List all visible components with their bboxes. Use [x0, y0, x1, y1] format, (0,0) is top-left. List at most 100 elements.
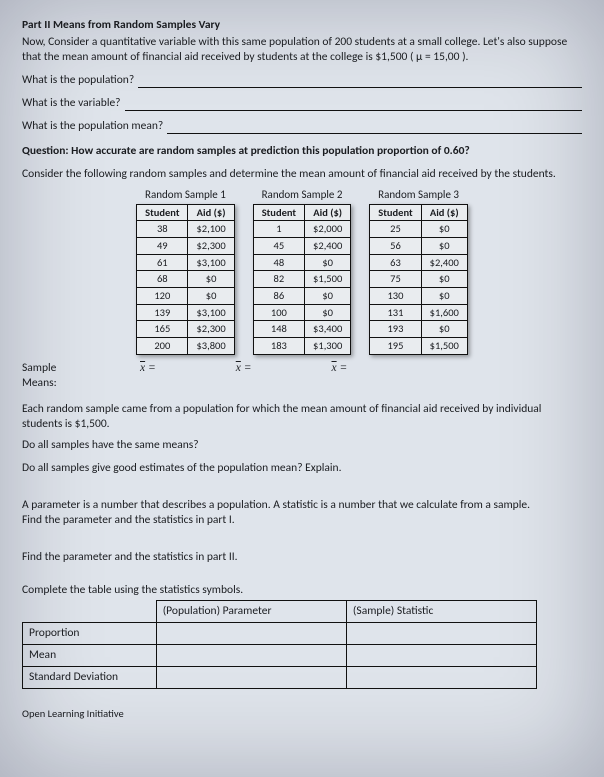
means-values: = = =: [110, 361, 347, 376]
cell-blank[interactable]: [156, 644, 346, 666]
table-row: 45$2,400: [253, 238, 351, 255]
cell-student: 1: [253, 221, 304, 238]
cell-student: 86: [253, 288, 304, 305]
cell-blank[interactable]: [156, 666, 346, 688]
col-aid: Aid ($): [305, 204, 351, 221]
table-row: Mean: [23, 644, 537, 666]
cell-aid: $1,500: [421, 337, 467, 354]
cell-student: 120: [137, 288, 188, 305]
table-row: 1$2,000: [253, 221, 351, 238]
cell-blank[interactable]: [346, 622, 536, 644]
cell-student: 148: [253, 321, 304, 338]
cell-student: 75: [370, 271, 421, 288]
cell-student: 25: [370, 221, 421, 238]
main-question: Question: How accurate are random sample…: [22, 144, 582, 159]
table-row: 130$0: [370, 288, 468, 305]
cell-aid: $0: [305, 254, 351, 271]
table-row: StudentAid ($): [370, 204, 468, 221]
table-row: 200$3,800: [137, 337, 235, 354]
cell-aid: $0: [421, 321, 467, 338]
table-row: 61$3,100: [137, 254, 235, 271]
table-row: 100$0: [253, 304, 351, 321]
complete-table-label: Complete the table using the statistics …: [22, 583, 582, 598]
cell-aid: $2,000: [305, 221, 351, 238]
cell-student: 131: [370, 304, 421, 321]
parameter-definition-block: A parameter is a number that describes a…: [22, 498, 582, 528]
symbols-header-empty: [23, 600, 157, 622]
cell-aid: $0: [188, 288, 234, 305]
table-row: 48$0: [253, 254, 351, 271]
blank-line[interactable]: [167, 121, 582, 134]
cell-aid: $1,300: [305, 337, 351, 354]
cell-student: 100: [253, 304, 304, 321]
cell-student: 193: [370, 321, 421, 338]
sample-3-title: Random Sample 3: [369, 188, 468, 202]
find-part-i: Find the parameter and the statistics in…: [22, 513, 582, 528]
cell-blank[interactable]: [156, 622, 346, 644]
note-population-mean: Each random sample came from a populatio…: [22, 402, 582, 432]
sample-label: Sample: [22, 361, 92, 376]
cell-aid: $3,800: [188, 337, 234, 354]
table-row: Standard Deviation: [23, 666, 537, 688]
table-row: Proportion: [23, 622, 537, 644]
table-row: 120$0: [137, 288, 235, 305]
col-student: Student: [253, 204, 304, 221]
table-row: 139$3,100: [137, 304, 235, 321]
prompt-popmean: What is the population mean?: [22, 119, 582, 134]
cell-blank[interactable]: [346, 644, 536, 666]
xbar-2: =: [236, 361, 252, 376]
xbar-3: =: [332, 361, 348, 376]
cell-blank[interactable]: [346, 666, 536, 688]
prompt-population-label: What is the population?: [22, 73, 134, 88]
sample-1-table: StudentAid ($)38$2,10049$2,30061$3,10068…: [136, 204, 235, 355]
blank-line[interactable]: [125, 98, 582, 111]
cell-student: 48: [253, 254, 304, 271]
blank-line[interactable]: [138, 75, 582, 88]
cell-student: 56: [370, 238, 421, 255]
cell-aid: $0: [421, 271, 467, 288]
cell-aid: $2,400: [305, 238, 351, 255]
cell-aid: $3,100: [188, 254, 234, 271]
sample-2-table: StudentAid ($)1$2,00045$2,40048$082$1,50…: [253, 204, 352, 355]
cell-student: 165: [137, 321, 188, 338]
table-row: 56$0: [370, 238, 468, 255]
sample-2-block: Random Sample 2 StudentAid ($)1$2,00045$…: [253, 188, 352, 355]
table-row: 148$3,400: [253, 321, 351, 338]
table-row: (Population) Parameter (Sample) Statisti…: [23, 600, 537, 622]
question-good-estimates: Do all samples give good estimates of th…: [22, 461, 582, 476]
find-part-ii: Find the parameter and the statistics in…: [22, 550, 582, 565]
cell-aid: $1,500: [305, 271, 351, 288]
cell-student: 139: [137, 304, 188, 321]
worksheet-page: Part II Means from Random Samples Vary N…: [0, 0, 604, 777]
prompt-variable-label: What is the variable?: [22, 96, 121, 111]
cell-student: 82: [253, 271, 304, 288]
sample-3-block: Random Sample 3 StudentAid ($)25$056$063…: [369, 188, 468, 355]
col-aid: Aid ($): [188, 204, 234, 221]
cell-student: 130: [370, 288, 421, 305]
table-row: 193$0: [370, 321, 468, 338]
cell-aid: $0: [421, 221, 467, 238]
row-label-proportion: Proportion: [23, 622, 157, 644]
symbols-header-statistic: (Sample) Statistic: [346, 600, 536, 622]
part-title: Part II Means from Random Samples Vary: [22, 18, 582, 33]
cell-aid: $2,300: [188, 321, 234, 338]
cell-student: 61: [137, 254, 188, 271]
table-row: 38$2,100: [137, 221, 235, 238]
samples-row: Random Sample 1 StudentAid ($)38$2,10049…: [22, 188, 582, 355]
sample-1-title: Random Sample 1: [136, 188, 235, 202]
prompt-variable: What is the variable?: [22, 96, 582, 111]
cell-aid: $2,400: [421, 254, 467, 271]
table-row: 63$2,400: [370, 254, 468, 271]
table-row: 165$2,300: [137, 321, 235, 338]
col-student: Student: [137, 204, 188, 221]
intro-text: Now, Consider a quantitative variable wi…: [22, 35, 582, 65]
symbols-table: (Population) Parameter (Sample) Statisti…: [22, 600, 537, 689]
symbols-header-parameter: (Population) Parameter: [156, 600, 346, 622]
cell-student: 183: [253, 337, 304, 354]
means-label: Means:: [22, 376, 92, 391]
row-label-mean: Mean: [23, 644, 157, 666]
table-row: 75$0: [370, 271, 468, 288]
sample-2-title: Random Sample 2: [253, 188, 352, 202]
cell-student: 38: [137, 221, 188, 238]
parameter-definition: A parameter is a number that describes a…: [22, 498, 582, 513]
